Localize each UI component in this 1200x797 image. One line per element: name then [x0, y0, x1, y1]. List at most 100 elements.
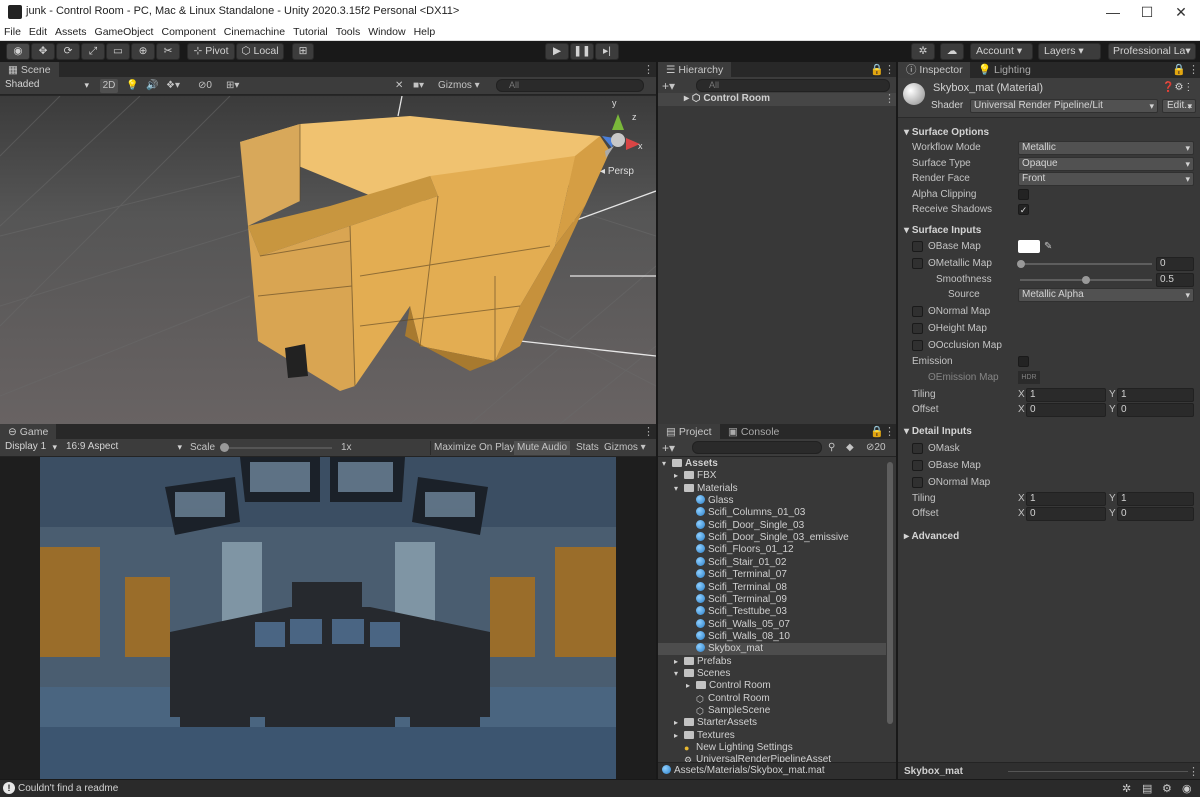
- scale-slider-track[interactable]: [222, 447, 332, 449]
- detail-base-map-slot[interactable]: [912, 460, 923, 471]
- move-tool-icon[interactable]: ✥: [31, 43, 55, 60]
- grid-toggle-icon[interactable]: ⊞▾: [226, 79, 239, 93]
- scene-search-input[interactable]: All: [496, 79, 644, 92]
- menu-cinemachine[interactable]: Cinemachine: [220, 24, 289, 40]
- camera-icon[interactable]: ■▾: [413, 79, 424, 93]
- settings-icon[interactable]: ⚙: [1162, 782, 1172, 795]
- close-button[interactable]: ✕: [1164, 2, 1198, 22]
- project-menu-icon[interactable]: ⋮: [884, 425, 895, 438]
- project-folder-item[interactable]: ▸ FBX: [658, 470, 886, 482]
- effects-toggle-icon[interactable]: ❖▾: [166, 79, 180, 93]
- detail-inputs-header[interactable]: Detail Inputs: [904, 424, 972, 439]
- project-asset-item[interactable]: Scifi_Terminal_07: [658, 569, 886, 581]
- play-button[interactable]: ▶: [545, 43, 569, 60]
- 2d-toggle[interactable]: 2D: [100, 79, 118, 93]
- surface-options-header[interactable]: Surface Options: [904, 125, 989, 140]
- menu-edit[interactable]: Edit: [25, 24, 51, 40]
- progress-icon[interactable]: ▤: [1142, 782, 1152, 795]
- tab-hierarchy[interactable]: ☰ Hierarchy: [658, 62, 732, 78]
- inspector-menu-icon[interactable]: ⋮: [1188, 63, 1199, 76]
- expand-arrow-icon[interactable]: ▾: [674, 483, 684, 495]
- hidden-packages-icon[interactable]: ⊘20: [866, 441, 886, 455]
- hierarchy-row-menu-icon[interactable]: ⋮: [884, 92, 895, 105]
- metallic-slider-handle[interactable]: [1017, 260, 1025, 268]
- project-asset-item[interactable]: Scifi_Walls_05_07: [658, 618, 886, 631]
- menu-window[interactable]: Window: [364, 24, 409, 40]
- persp-label[interactable]: ◂ Persp: [600, 166, 634, 177]
- project-folder-item[interactable]: ▸ Textures: [658, 730, 886, 742]
- minimize-button[interactable]: —: [1096, 2, 1130, 22]
- project-asset-item[interactable]: ⬡ SampleScene: [658, 705, 886, 717]
- project-asset-item[interactable]: Skybox_mat: [658, 643, 886, 656]
- menu-component[interactable]: Component: [157, 24, 219, 40]
- offset-x-field[interactable]: 0: [1026, 403, 1106, 417]
- detail-offset-x-field[interactable]: 0: [1026, 507, 1106, 521]
- shading-dropdown[interactable]: Shaded: [2, 79, 92, 93]
- rect-tool-icon[interactable]: ▭: [106, 43, 130, 60]
- tab-project[interactable]: ▤ Project: [658, 424, 720, 440]
- project-asset-item[interactable]: ● New Lighting Settings: [658, 742, 886, 754]
- search-by-type-icon[interactable]: ⚲: [828, 441, 835, 455]
- hierarchy-scene-row[interactable]: ▸ ⬡ Control Room ⋮: [658, 93, 896, 106]
- occlusion-map-slot[interactable]: [912, 340, 923, 351]
- step-button[interactable]: ▸|: [595, 43, 619, 60]
- source-dropdown[interactable]: Metallic Alpha: [1018, 288, 1194, 302]
- smoothness-value-field[interactable]: 0.5: [1156, 273, 1194, 287]
- project-folder-item[interactable]: ▾ Scenes: [658, 668, 886, 680]
- display-dropdown[interactable]: Display 1: [2, 441, 60, 455]
- project-asset-item[interactable]: Scifi_Stair_01_02: [658, 556, 886, 569]
- project-asset-item[interactable]: Scifi_Columns_01_03: [658, 507, 886, 519]
- hierarchy-menu-icon[interactable]: ⋮: [884, 63, 895, 76]
- aspect-dropdown[interactable]: 16:9 Aspect: [63, 441, 185, 455]
- scene-gizmos-dropdown[interactable]: Gizmos ▾: [438, 79, 480, 93]
- menu-tools[interactable]: Tools: [332, 24, 365, 40]
- project-folder-item[interactable]: ▸ StarterAssets: [658, 717, 886, 729]
- mask-slot[interactable]: [912, 443, 923, 454]
- project-asset-item[interactable]: Scifi_Door_Single_03_emissive: [658, 532, 886, 544]
- emission-checkbox[interactable]: [1018, 356, 1029, 367]
- menu-tutorial[interactable]: Tutorial: [289, 24, 332, 40]
- emission-hdr-swatch[interactable]: HDR: [1018, 371, 1040, 384]
- pivot-toggle[interactable]: ⊹ Pivot: [187, 43, 235, 60]
- game-menu-icon[interactable]: ⋮: [643, 425, 654, 438]
- metallic-slider-track[interactable]: [1020, 263, 1152, 265]
- expand-arrow-icon[interactable]: ▸: [674, 656, 684, 668]
- project-add-button[interactable]: +▾: [662, 441, 675, 455]
- tiling-x-field[interactable]: 1: [1026, 388, 1106, 402]
- project-asset-item[interactable]: ⬡ Control Room: [658, 693, 886, 705]
- offset-y-field[interactable]: 0: [1117, 403, 1194, 417]
- menu-help[interactable]: Help: [410, 24, 440, 40]
- menu-gameobject[interactable]: GameObject: [91, 24, 158, 40]
- expand-arrow-icon[interactable]: ▾: [674, 668, 684, 680]
- scale-tool-icon[interactable]: ⤢: [81, 43, 105, 60]
- collab-icon[interactable]: ✲: [911, 43, 935, 60]
- rotate-tool-icon[interactable]: ⟳: [56, 43, 80, 60]
- project-asset-item[interactable]: Scifi_Walls_08_10: [658, 630, 886, 643]
- expand-arrow-icon[interactable]: ▸: [674, 730, 684, 742]
- debug-icon[interactable]: ✲: [1122, 782, 1131, 795]
- tab-inspector[interactable]: ⓘ Inspector: [898, 62, 971, 78]
- preview-resize-handle[interactable]: [1008, 771, 1188, 772]
- detail-normal-map-slot[interactable]: [912, 477, 923, 488]
- view-tool-icon[interactable]: ◉: [6, 43, 30, 60]
- metallic-map-slot[interactable]: [912, 258, 923, 269]
- expand-arrow-icon[interactable]: ▸: [674, 470, 684, 482]
- project-asset-item[interactable]: Scifi_Terminal_09: [658, 593, 886, 606]
- hierarchy-lock-icon[interactable]: 🔒: [870, 63, 884, 76]
- metallic-value-field[interactable]: 0: [1156, 257, 1194, 271]
- search-by-label-icon[interactable]: ◆: [846, 441, 854, 455]
- tab-lighting[interactable]: 💡 Lighting: [970, 62, 1039, 78]
- scene-menu-icon[interactable]: ⋮: [643, 63, 654, 76]
- detail-tiling-x-field[interactable]: 1: [1026, 492, 1106, 506]
- smoothness-slider-handle[interactable]: [1082, 276, 1090, 284]
- project-asset-item[interactable]: Scifi_Testtube_03: [658, 606, 886, 618]
- layers-dropdown[interactable]: Layers ▾: [1038, 43, 1101, 60]
- eyedropper-icon[interactable]: ✎: [1044, 239, 1052, 254]
- tab-game[interactable]: ⊖ Game: [0, 424, 57, 440]
- project-scrollbar[interactable]: [887, 462, 893, 724]
- project-asset-item[interactable]: Scifi_Floors_01_12: [658, 544, 886, 556]
- hierarchy-add-button[interactable]: +▾: [662, 79, 675, 93]
- transform-tool-icon[interactable]: ⊕: [131, 43, 155, 60]
- menu-assets[interactable]: Assets: [51, 24, 91, 40]
- tab-console[interactable]: ▣ Console: [720, 424, 788, 440]
